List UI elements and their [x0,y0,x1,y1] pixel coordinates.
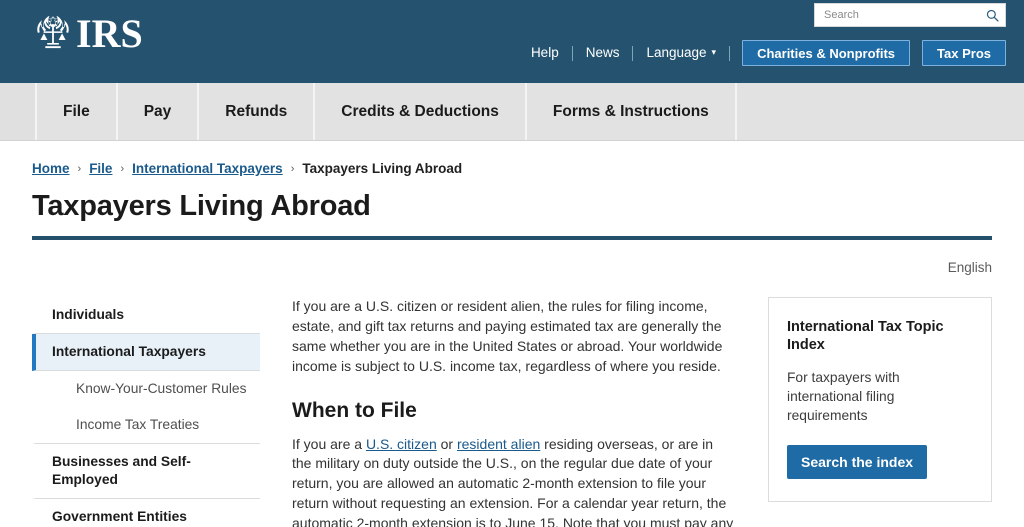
breadcrumb-separator-icon: › [77,162,82,175]
irs-logo-text: IRS [76,11,143,56]
utility-nav: Help News Language ▾ Charities & Nonprofi… [518,40,1006,66]
breadcrumb-item-international-taxpayers[interactable]: International Taxpayers [132,161,283,176]
breadcrumb: Home › File › International Taxpayers › … [32,141,992,176]
util-divider [729,45,731,61]
page-container: Home › File › International Taxpayers › … [0,141,1024,527]
when-to-file-text-part1: If you are a [292,435,366,452]
search-box[interactable] [814,3,1006,27]
tax-pros-button[interactable]: Tax Pros [922,40,1006,66]
right-rail: International Tax Topic Index For taxpay… [768,297,992,527]
util-link-language[interactable]: Language ▾ [633,40,729,67]
promo-card-text: For taxpayers with international filing … [787,370,900,424]
sidebar-item-businesses-and-self-employed[interactable]: Businesses and Self-Employed [32,444,260,499]
nav-item-pay[interactable]: Pay [115,83,198,140]
sidebar-item-government-entities[interactable]: Government Entities [32,499,260,527]
search-input[interactable] [824,4,986,26]
breadcrumb-item-file[interactable]: File [89,161,112,176]
breadcrumb-separator-icon: › [290,162,295,175]
sidebar-nav: Individuals International Taxpayers Know… [32,297,260,527]
promo-card-title: International Tax Topic Index [787,319,944,354]
nav-item-credits-deductions[interactable]: Credits & Deductions [313,83,525,140]
breadcrumb-separator-icon: › [120,162,125,175]
main-nav: File Pay Refunds Credits & Deductions Fo… [0,83,1024,141]
page-title: Taxpayers Living Abroad [32,190,371,222]
link-resident-alien[interactable]: resident alien [457,436,540,452]
nav-right-filler [734,83,1024,140]
sidebar-item-know-your-customer-rules[interactable]: Know-Your-Customer Rules [32,371,260,407]
irs-logo-link[interactable]: IRS [32,11,143,57]
nav-item-forms-instructions[interactable]: Forms & Instructions [524,83,735,140]
breadcrumb-item-home[interactable]: Home [32,161,70,176]
search-icon[interactable] [986,9,999,22]
irs-eagle-scales-emblem-icon [32,13,74,55]
international-tax-topic-index-card: International Tax Topic Index For taxpay… [768,297,992,503]
search-the-index-button[interactable]: Search the index [787,445,928,480]
main-content: If you are a U.S. citizen or resident al… [260,297,768,527]
link-us-citizen[interactable]: U.S. citizen [366,436,437,452]
chevron-down-icon: ▾ [711,46,717,57]
when-to-file-text-part2: or [436,435,457,452]
breadcrumb-item-current: Taxpayers Living Abroad [302,161,463,176]
language-label: Language [646,44,707,60]
util-link-news[interactable]: News [573,40,633,66]
intro-paragraph: If you are a U.S. citizen or resident al… [292,298,723,374]
nav-item-file[interactable]: File [35,83,116,140]
nav-item-refunds[interactable]: Refunds [197,83,314,140]
sidebar-item-international-taxpayers[interactable]: International Taxpayers [32,333,260,371]
site-header: IRS Help News Language ▾ Charities & Nonp… [0,0,1024,83]
section-heading-when-to-file: When to File [292,398,417,422]
three-column-layout: Individuals International Taxpayers Know… [32,275,992,527]
nav-left-edge [0,83,35,140]
language-indicator-label: English [947,260,992,275]
charities-nonprofits-button[interactable]: Charities & Nonprofits [742,40,911,66]
sidebar-item-income-tax-treaties[interactable]: Income Tax Treaties [32,407,260,444]
sidebar-item-individuals[interactable]: Individuals [32,297,260,334]
util-link-help[interactable]: Help [518,40,572,66]
language-indicator[interactable]: English [32,240,992,275]
when-to-file-paragraph: If you are a U.S. citizen or resident al… [292,435,734,527]
